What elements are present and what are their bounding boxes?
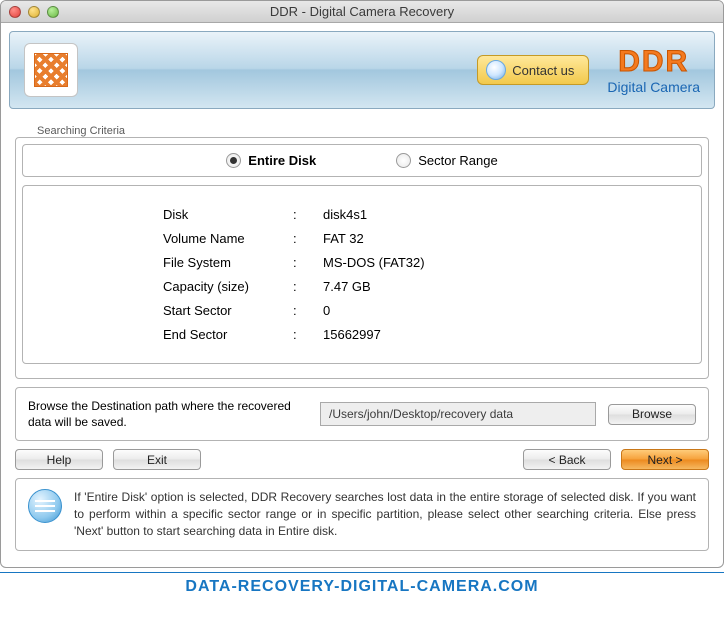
next-button[interactable]: Next >	[621, 449, 709, 470]
detail-row: End Sector : 15662997	[163, 327, 691, 342]
detail-key: Start Sector	[163, 303, 293, 318]
destination-label: Browse the Destination path where the re…	[28, 398, 308, 430]
radio-entire-disk[interactable]: Entire Disk	[226, 153, 316, 168]
footer-url: DATA-RECOVERY-DIGITAL-CAMERA.COM	[0, 572, 724, 596]
person-icon	[486, 60, 506, 80]
detail-row: Volume Name : FAT 32	[163, 231, 691, 246]
detail-row: Start Sector : 0	[163, 303, 691, 318]
radio-sector-label: Sector Range	[418, 153, 498, 168]
detail-row: Disk : disk4s1	[163, 207, 691, 222]
close-icon[interactable]	[9, 6, 21, 18]
radio-selected-icon	[226, 153, 241, 168]
detail-value: 15662997	[323, 327, 691, 342]
detail-row: File System : MS-DOS (FAT32)	[163, 255, 691, 270]
disk-details: Disk : disk4s1 Volume Name : FAT 32 File…	[22, 185, 702, 364]
header-banner: Contact us DDR Digital Camera	[9, 31, 715, 109]
radio-sector-range[interactable]: Sector Range	[396, 153, 498, 168]
browse-button[interactable]: Browse	[608, 404, 696, 425]
contact-us-button[interactable]: Contact us	[477, 55, 589, 85]
minimize-icon[interactable]	[28, 6, 40, 18]
detail-value: 0	[323, 303, 691, 318]
detail-key: Capacity (size)	[163, 279, 293, 294]
brand-block: DDR Digital Camera	[607, 45, 700, 95]
info-chat-icon	[28, 489, 62, 523]
criteria-legend: Searching Criteria	[33, 125, 129, 137]
detail-value: MS-DOS (FAT32)	[323, 255, 691, 270]
app-logo	[24, 43, 78, 97]
maximize-icon[interactable]	[47, 6, 59, 18]
criteria-fieldset: Entire Disk Sector Range Disk : disk4s1 …	[15, 137, 709, 379]
logo-pattern-icon	[34, 53, 68, 87]
radio-unselected-icon	[396, 153, 411, 168]
contact-us-label: Contact us	[512, 63, 574, 78]
info-text: If 'Entire Disk' option is selected, DDR…	[74, 489, 696, 540]
brand-name: DDR	[607, 45, 700, 79]
detail-key: Disk	[163, 207, 293, 222]
exit-button[interactable]: Exit	[113, 449, 201, 470]
content-area: Searching Criteria Entire Disk Sector Ra…	[1, 117, 723, 567]
info-panel: If 'Entire Disk' option is selected, DDR…	[15, 478, 709, 551]
button-row: Help Exit < Back Next >	[15, 449, 709, 470]
radio-entire-label: Entire Disk	[248, 153, 316, 168]
radio-group: Entire Disk Sector Range	[22, 144, 702, 177]
help-button[interactable]: Help	[15, 449, 103, 470]
back-button[interactable]: < Back	[523, 449, 611, 470]
detail-key: Volume Name	[163, 231, 293, 246]
app-window: DDR - Digital Camera Recovery Contact us…	[0, 0, 724, 568]
detail-value: 7.47 GB	[323, 279, 691, 294]
detail-value: disk4s1	[323, 207, 691, 222]
brand-subtitle: Digital Camera	[607, 79, 700, 95]
window-title: DDR - Digital Camera Recovery	[0, 4, 724, 19]
titlebar: DDR - Digital Camera Recovery	[1, 1, 723, 23]
detail-key: File System	[163, 255, 293, 270]
detail-value: FAT 32	[323, 231, 691, 246]
destination-path-input[interactable]	[320, 402, 596, 426]
detail-row: Capacity (size) : 7.47 GB	[163, 279, 691, 294]
detail-key: End Sector	[163, 327, 293, 342]
destination-panel: Browse the Destination path where the re…	[15, 387, 709, 441]
window-controls	[9, 6, 59, 18]
